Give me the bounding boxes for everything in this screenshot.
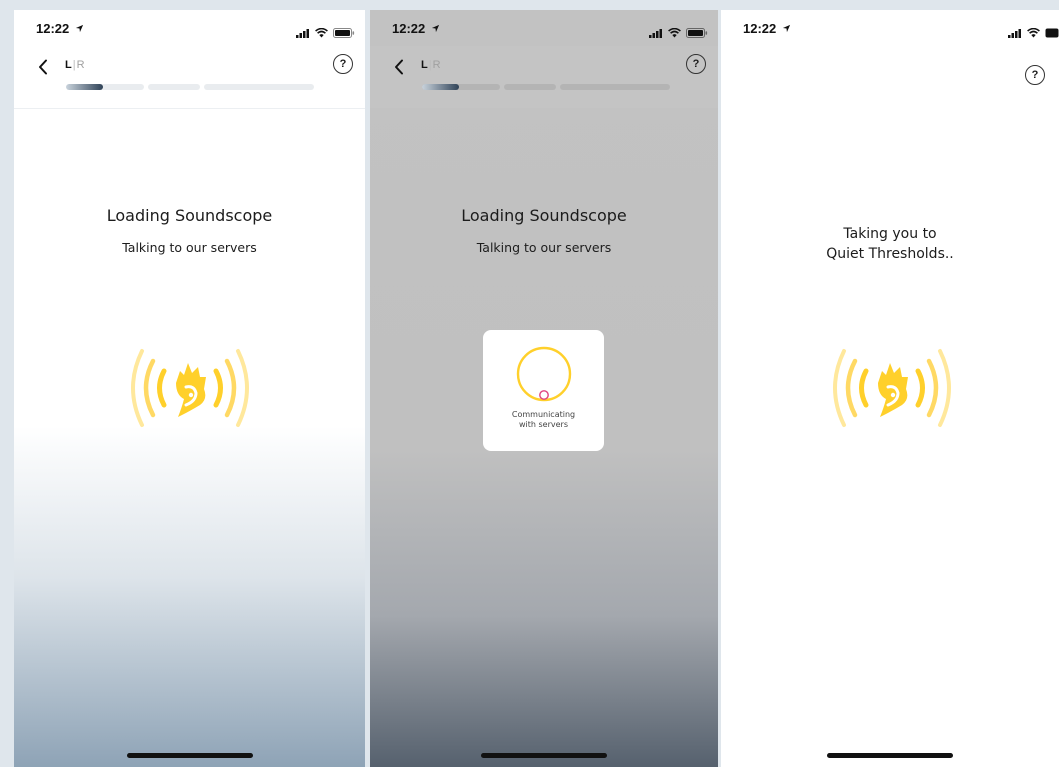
battery-icon [1045, 28, 1059, 38]
help-button[interactable]: ? [333, 54, 353, 74]
progress-bar [422, 84, 670, 90]
screen-redirect: 12:22 ? Taking you to Quiet Thresholds.. [721, 10, 1059, 767]
system-icons [295, 23, 355, 42]
status-clock: 12:22 [743, 21, 791, 36]
home-indicator[interactable] [481, 753, 607, 758]
status-bar: 12:22 [14, 10, 365, 46]
location-arrow-icon [75, 24, 83, 33]
screen-loading-modal: 12:22 L|R ? Loading Soundscope Talking t… [370, 10, 718, 767]
ear-separator: | [428, 59, 432, 71]
question-circle-icon: ? [339, 58, 347, 70]
home-indicator[interactable] [126, 753, 253, 758]
chevron-left-icon [39, 59, 47, 75]
location-arrow-icon [782, 24, 790, 33]
cellular-signal-icon [1007, 29, 1021, 38]
clock-text: 12:22 [392, 21, 426, 36]
status-bar: 12:22 [721, 10, 1059, 46]
status-clock: 12:22 [36, 21, 84, 36]
ear-selector[interactable]: L|R [65, 59, 85, 71]
loading-modal: Communicating with servers [483, 330, 604, 451]
cellular-signal-icon [648, 29, 662, 38]
location-arrow-icon [431, 24, 439, 33]
chevron-left-icon [395, 59, 403, 75]
question-circle-icon: ? [1031, 69, 1039, 81]
wifi-icon [668, 27, 681, 38]
loading-subtitle: Talking to our servers [122, 240, 257, 255]
loading-subtitle: Talking to our servers [476, 240, 612, 255]
ear-right-label: R [76, 59, 85, 71]
status-clock: 12:22 [392, 21, 440, 36]
clock-text: 12:22 [743, 21, 777, 36]
soundscope-broadcast-logo [822, 343, 962, 433]
progress-bar [66, 84, 314, 90]
nav-bar: L|R ? [370, 46, 718, 108]
progress-segment [66, 84, 144, 90]
progress-segment [204, 84, 314, 90]
ear-selector[interactable]: L|R [421, 59, 441, 71]
loading-title: Loading Soundscope [461, 206, 627, 225]
system-icons [648, 23, 708, 42]
progress-segment [504, 84, 556, 90]
progress-fill [66, 84, 104, 90]
soundscope-broadcast-logo [120, 343, 260, 433]
wifi-icon [1027, 27, 1040, 38]
progress-segment [148, 84, 200, 90]
status-bar: 12:22 [370, 10, 718, 46]
question-circle-icon: ? [692, 58, 700, 70]
nav-bar: L|R ? [14, 46, 365, 109]
home-indicator[interactable] [827, 753, 953, 758]
wifi-icon [315, 27, 328, 38]
ear-left-label: L [421, 59, 428, 71]
progress-segment [422, 84, 500, 90]
back-button[interactable] [388, 54, 410, 80]
redirect-line2: Quiet Thresholds.. [826, 246, 954, 262]
progress-segment [560, 84, 670, 90]
ear-right-label: R [432, 59, 441, 71]
screen-loading: 12:22 L|R ? Loading Soundscope Talking t… [14, 10, 365, 767]
clock-text: 12:22 [36, 21, 70, 36]
loading-spinner-icon [516, 346, 572, 402]
ear-separator: | [72, 59, 76, 71]
modal-line1: Communicating [511, 410, 576, 419]
battery-icon [333, 28, 355, 38]
help-button[interactable]: ? [1025, 65, 1045, 85]
ear-left-label: L [65, 59, 72, 71]
modal-line2: with servers [518, 420, 568, 429]
back-button[interactable] [32, 54, 54, 80]
modal-message: Communicating with servers [483, 410, 604, 430]
cellular-signal-icon [295, 29, 309, 38]
help-button[interactable]: ? [686, 54, 706, 74]
redirect-line1: Taking you to [843, 226, 937, 242]
progress-fill [422, 84, 460, 90]
redirect-message: Taking you to Quiet Thresholds.. [721, 224, 1059, 264]
battery-icon [686, 28, 708, 38]
loading-title: Loading Soundscope [106, 206, 273, 225]
system-icons [1007, 23, 1059, 42]
